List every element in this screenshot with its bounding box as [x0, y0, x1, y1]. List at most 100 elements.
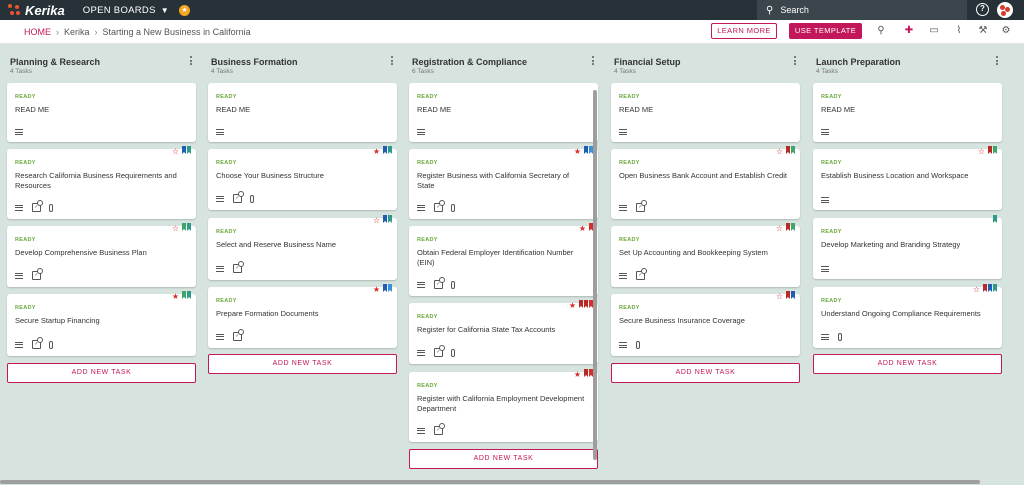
logo-text: Kerika: [25, 2, 65, 18]
task-card[interactable]: ☆ READY Establish Business Location and …: [813, 146, 1002, 210]
darkred-flag-icon: [786, 146, 790, 154]
task-card[interactable]: ☆ READY Understand Ongoing Compliance Re…: [813, 284, 1002, 348]
search-icon[interactable]: ⚲: [874, 24, 888, 38]
column-task-count: 6 Tasks: [412, 68, 434, 75]
card-title: Open Business Bank Account and Establish…: [619, 171, 788, 180]
add-new-task-button[interactable]: ADD NEW TASK: [7, 363, 196, 383]
card-title: Research California Business Requirement…: [15, 171, 177, 190]
blue-flag-icon: [791, 291, 795, 299]
blue-flag-icon: [383, 215, 387, 223]
board-horizontal-scrollbar[interactable]: [0, 480, 980, 484]
task-card[interactable]: ★ READY Register Business with Californi…: [409, 146, 598, 219]
help-icon[interactable]: ?: [976, 3, 989, 16]
star-outline-icon[interactable]: ☆: [172, 148, 179, 156]
card-title: Establish Business Location and Workspac…: [821, 171, 969, 180]
task-card[interactable]: ★ READY Secure Startup Financing ✓: [7, 291, 196, 356]
add-new-task-button[interactable]: ADD NEW TASK: [409, 449, 598, 469]
learn-more-button[interactable]: LEARN MORE: [711, 23, 777, 39]
teal-flag-icon: [993, 215, 997, 223]
star-filled-icon[interactable]: ★: [373, 286, 380, 294]
task-card[interactable]: ★ READY Register with California Employm…: [409, 369, 598, 442]
task-card[interactable]: ☆ READY Research California Business Req…: [7, 146, 196, 219]
teal-flag-icon: [388, 215, 392, 223]
star-outline-icon[interactable]: ☆: [776, 148, 783, 156]
card-status: READY: [216, 160, 237, 166]
checklist-icon: ✓: [233, 329, 244, 341]
add-new-task-button[interactable]: ADD NEW TASK: [208, 354, 397, 374]
star-outline-icon[interactable]: ☆: [973, 286, 980, 294]
paperclip-icon: [49, 203, 53, 212]
card-status: READY: [619, 94, 640, 100]
task-card[interactable]: READY Develop Marketing and Branding Str…: [813, 215, 1002, 279]
use-template-button[interactable]: USE TEMPLATE: [789, 23, 862, 39]
open-boards-menu[interactable]: OPEN BOARDS ▼: [83, 5, 169, 16]
star-filled-icon[interactable]: ★: [574, 148, 581, 156]
kerika-logo[interactable]: Kerika: [8, 3, 65, 18]
column-task-count: 4 Tasks: [211, 68, 233, 75]
task-card[interactable]: ★ READY Choose Your Business Structure ✓: [208, 146, 397, 210]
card-status: READY: [15, 237, 36, 243]
description-icon: [821, 334, 829, 340]
column-business-formation: Business Formation 4 Tasks READY READ ME…: [203, 51, 400, 374]
task-card[interactable]: READY READ ME: [7, 83, 196, 142]
task-card[interactable]: ☆ READY Set Up Accounting and Bookkeepin…: [611, 223, 800, 287]
task-card[interactable]: ★ READY Obtain Federal Employer Identifi…: [409, 223, 598, 296]
wrench-icon[interactable]: ⚒: [976, 24, 990, 38]
column-title: Financial Setup: [614, 57, 681, 67]
task-card[interactable]: ★ READY Prepare Formation Documents ✓: [208, 284, 397, 348]
column-vertical-scrollbar[interactable]: [593, 90, 597, 460]
breadcrumb-org[interactable]: Kerika: [64, 27, 90, 37]
notification-coin-icon[interactable]: ★: [178, 4, 190, 16]
star-outline-icon[interactable]: ☆: [776, 225, 783, 233]
star-outline-icon[interactable]: ☆: [373, 217, 380, 225]
task-card[interactable]: READY READ ME: [409, 83, 598, 142]
task-card[interactable]: ☆ READY Select and Reserve Business Name…: [208, 215, 397, 280]
search-box[interactable]: ⚲ Search: [757, 0, 967, 20]
attachment-icon[interactable]: ⌇: [952, 24, 966, 38]
description-icon: [619, 204, 627, 211]
more-vert-icon[interactable]: [189, 56, 193, 67]
add-new-task-button[interactable]: ADD NEW TASK: [813, 354, 1002, 374]
card-status: READY: [417, 383, 438, 389]
description-icon: [619, 129, 627, 135]
star-filled-icon[interactable]: ★: [373, 148, 380, 156]
column-registration-compliance: Registration & Compliance 6 Tasks READY …: [404, 51, 601, 469]
more-vert-icon[interactable]: [390, 56, 394, 67]
star-outline-icon[interactable]: ☆: [776, 293, 783, 301]
task-card[interactable]: READY READ ME: [208, 83, 397, 142]
task-card[interactable]: ☆ READY Secure Business Insurance Covera…: [611, 291, 800, 356]
card-title: READ ME: [821, 105, 856, 114]
star-outline-icon[interactable]: ☆: [172, 225, 179, 233]
green-flag-icon: [791, 223, 795, 231]
star-filled-icon[interactable]: ★: [172, 293, 179, 301]
top-bar: Kerika OPEN BOARDS ▼ ★ ⚲ Search ?: [0, 0, 1024, 20]
description-icon: [216, 265, 224, 272]
checklist-icon: ✓: [434, 423, 445, 435]
more-vert-icon[interactable]: [591, 56, 595, 67]
task-card[interactable]: READY READ ME: [813, 83, 1002, 142]
add-new-task-button[interactable]: ADD NEW TASK: [611, 363, 800, 383]
gear-icon[interactable]: ⚙: [999, 24, 1013, 38]
task-card[interactable]: ☆ READY Develop Comprehensive Business P…: [7, 223, 196, 287]
breadcrumb-home[interactable]: HOME: [24, 27, 51, 37]
search-placeholder: Search: [780, 5, 809, 15]
star-filled-icon[interactable]: ★: [579, 225, 586, 233]
user-avatar[interactable]: [997, 2, 1013, 18]
card-title: Secure Startup Financing: [15, 316, 100, 325]
star-outline-icon[interactable]: ☆: [978, 148, 985, 156]
star-filled-icon[interactable]: ★: [569, 302, 576, 310]
star-filled-icon[interactable]: ★: [574, 371, 581, 379]
task-card[interactable]: READY READ ME: [611, 83, 800, 142]
card-title: Choose Your Business Structure: [216, 171, 324, 180]
card-status: READY: [619, 237, 640, 243]
more-vert-icon[interactable]: [995, 56, 999, 67]
blue-flag-icon: [182, 146, 186, 154]
task-card[interactable]: ★ READY Register for California State Ta…: [409, 300, 598, 364]
add-person-icon[interactable]: ✚: [902, 24, 916, 38]
task-card[interactable]: ☆ READY Open Business Bank Account and E…: [611, 146, 800, 219]
more-vert-icon[interactable]: [793, 56, 797, 67]
column-header: Financial Setup 4 Tasks: [606, 51, 803, 79]
breadcrumb-board: Starting a New Business in California: [102, 27, 251, 37]
chat-icon[interactable]: ▭: [927, 24, 941, 38]
checklist-icon: ✓: [636, 268, 647, 280]
